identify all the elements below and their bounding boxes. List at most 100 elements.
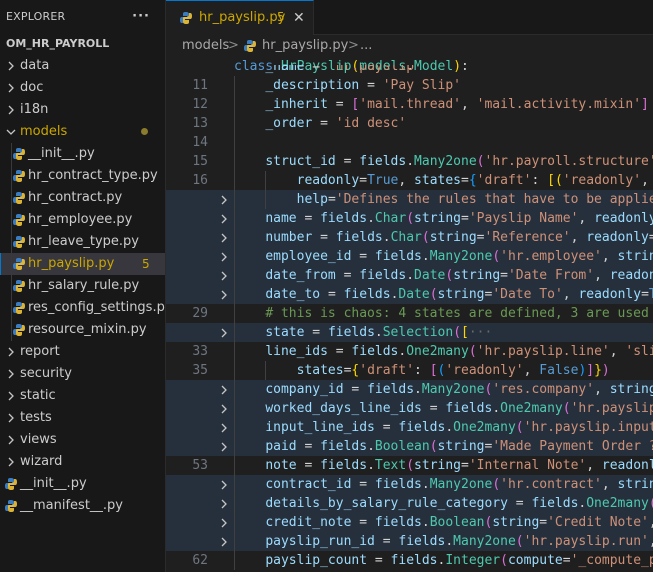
code-text: _inherit = ['mail.thread', 'mail.activit… bbox=[265, 97, 649, 112]
editor-area: hr_payslip.py 5 ✕ models > hr_payslip.py… bbox=[166, 0, 653, 572]
python-file-icon bbox=[13, 148, 25, 160]
tree-item-label: doc bbox=[20, 80, 44, 95]
code-line: 31 # this is chaos: 4 states are defined… bbox=[166, 304, 653, 340]
code-text: payslip_run_id = fields.Many2one('hr.pay… bbox=[265, 534, 653, 549]
tree-folder-i18n[interactable]: i18n bbox=[0, 99, 165, 121]
tree-file-hr-employee-py[interactable]: hr_employee.py bbox=[0, 209, 165, 231]
indent-guide bbox=[11, 143, 12, 341]
code-text: worked_days_line_ids = fields.One2many('… bbox=[265, 401, 653, 416]
fold-chevron-icon[interactable] bbox=[218, 513, 230, 532]
close-icon[interactable]: ✕ bbox=[293, 10, 305, 26]
tree-file-hr-salary-rule-py[interactable]: hr_salary_rule.py bbox=[0, 275, 165, 297]
chevron-right-icon bbox=[5, 341, 17, 363]
tree-item-label: hr_contract_type.py bbox=[28, 168, 158, 183]
tree-file-hr-contract-type-py[interactable]: hr_contract_type.py bbox=[0, 165, 165, 187]
tree-file-resource-mixin-py[interactable]: resource_mixin.py bbox=[0, 319, 165, 341]
code-line: 53 paid = fields.Boolean(string='Made Pa… bbox=[166, 437, 653, 473]
python-file-icon bbox=[13, 280, 25, 292]
fold-chevron-icon[interactable] bbox=[218, 323, 230, 342]
tree-folder-static[interactable]: static bbox=[0, 385, 165, 407]
code-text: line_ids = fields.One2many('hr.payslip.l… bbox=[265, 344, 653, 359]
code-line: 16 struct_id = fields.Many2one('hr.payro… bbox=[166, 152, 653, 188]
tree-folder-wizard[interactable]: wizard bbox=[0, 451, 165, 473]
code-line: 19 name = fields.Char(string='Payslip Na… bbox=[166, 209, 653, 245]
tree-file-hr-contract-py[interactable]: hr_contract.py bbox=[0, 187, 165, 209]
tree-item-label: views bbox=[20, 432, 57, 447]
tree-file-manifest-py[interactable]: __manifest__.py bbox=[0, 495, 165, 517]
tab-hr-payslip[interactable]: hr_payslip.py 5 ✕ bbox=[166, 0, 314, 35]
fold-chevron-icon[interactable] bbox=[218, 228, 230, 247]
modified-dot-icon bbox=[141, 128, 148, 135]
code-text: name = fields.Char(string='Payslip Name'… bbox=[265, 211, 653, 226]
code-text: payslip_count = fields.Integer(compute='… bbox=[265, 553, 653, 568]
tree-folder-doc[interactable]: doc bbox=[0, 77, 165, 99]
breadcrumb-separator: > bbox=[228, 38, 239, 53]
code-text: input_line_ids = fields.One2many('hr.pay… bbox=[265, 420, 653, 435]
fold-chevron-icon[interactable] bbox=[218, 399, 230, 418]
chevron-right-icon bbox=[5, 363, 17, 385]
fold-chevron-icon[interactable] bbox=[218, 418, 230, 437]
code-text: _name = 'hr.payslip' bbox=[265, 65, 422, 74]
tree-folder-report[interactable]: report bbox=[0, 341, 165, 363]
code-editor[interactable]: 11 class HrPayslip(models.Model): _name … bbox=[166, 57, 653, 572]
breadcrumb-file[interactable]: hr_payslip.py bbox=[262, 35, 348, 57]
explorer-header: EXPLORER ··· bbox=[0, 0, 165, 33]
fold-chevron-icon[interactable] bbox=[218, 266, 230, 285]
code-line: 23 number = fields.Char(string='Referenc… bbox=[166, 228, 653, 264]
tab-bar: hr_payslip.py 5 ✕ bbox=[166, 0, 653, 35]
tree-item-label: __init__.py bbox=[20, 476, 87, 491]
code-line: 27 date_from = fields.Date(string='Date … bbox=[166, 266, 653, 302]
code-line: 17 readonly=True, states={'draft': [('re… bbox=[166, 171, 653, 207]
tab-problem-count: 5 bbox=[277, 10, 285, 24]
fold-chevron-icon[interactable] bbox=[218, 209, 230, 228]
tree-file-init-py[interactable]: __init__.py bbox=[0, 473, 165, 495]
tree-folder-tests[interactable]: tests bbox=[0, 407, 165, 429]
code-text: credit_note = fields.Boolean(string='Cre… bbox=[265, 515, 653, 530]
chevron-right-icon bbox=[5, 407, 17, 429]
tree-folder-views[interactable]: views bbox=[0, 429, 165, 451]
python-file-icon bbox=[13, 214, 25, 226]
fold-chevron-icon[interactable] bbox=[218, 437, 230, 456]
tree-folder-models[interactable]: models bbox=[0, 121, 165, 143]
code-text: help='Defines the rules that have to be … bbox=[296, 192, 653, 207]
python-file-icon bbox=[13, 192, 25, 204]
tree-item-label: static bbox=[20, 388, 56, 403]
code-text: struct_id = fields.Many2one('hr.payroll.… bbox=[265, 154, 653, 169]
more-actions-icon[interactable]: ··· bbox=[132, 9, 150, 24]
workspace-root[interactable]: OM_HR_PAYROLL bbox=[0, 33, 165, 55]
tree-item-label: hr_contract.py bbox=[28, 190, 123, 205]
fold-chevron-icon[interactable] bbox=[218, 532, 230, 551]
fold-chevron-icon[interactable] bbox=[218, 247, 230, 266]
code-line: 18 help='Defines the rules that have to … bbox=[166, 190, 653, 226]
code-line: 55 note = fields.Text(string='Internal N… bbox=[166, 456, 653, 492]
tree-file-hr-payslip-py[interactable]: hr_payslip.py 5 bbox=[0, 253, 165, 275]
tree-file-hr-leave-type-py[interactable]: hr_leave_type.py bbox=[0, 231, 165, 253]
code-line: 15 bbox=[166, 133, 653, 169]
tree-folder-security[interactable]: security bbox=[0, 363, 165, 385]
chevron-right-icon bbox=[5, 55, 17, 77]
code-text: contract_id = fields.Many2one('hr.contra… bbox=[265, 477, 653, 492]
tree-item-label: data bbox=[20, 58, 50, 73]
tree-folder-data[interactable]: data bbox=[0, 55, 165, 77]
tree-file-res-config-settings-py[interactable]: res_config_settings.py bbox=[0, 297, 165, 319]
tree-file-init-py[interactable]: __init__.py bbox=[0, 143, 165, 165]
code-text: date_to = fields.Date(string='Date To', … bbox=[265, 287, 653, 302]
fold-chevron-icon[interactable] bbox=[218, 475, 230, 494]
code-line: _name = 'hr.payslip' bbox=[166, 65, 653, 76]
code-text: states={'draft': [('readonly', False)]}) bbox=[296, 363, 610, 378]
breadcrumb-separator: > bbox=[348, 38, 359, 53]
tree-item-label: security bbox=[20, 366, 72, 381]
breadcrumb-symbol[interactable]: ... bbox=[360, 35, 372, 57]
code-text: number = fields.Char(string='Reference',… bbox=[265, 230, 653, 245]
fold-chevron-icon[interactable] bbox=[218, 380, 230, 399]
code-line: 29 date_to = fields.Date(string='Date To… bbox=[166, 285, 653, 321]
code-text: paid = fields.Boolean(string='Made Payme… bbox=[265, 439, 653, 454]
fold-chevron-icon[interactable] bbox=[218, 285, 230, 304]
fold-chevron-icon[interactable] bbox=[218, 190, 230, 209]
fold-chevron-icon[interactable] bbox=[218, 494, 230, 513]
breadcrumb-folder[interactable]: models bbox=[182, 35, 229, 57]
code-line: 13 _inherit = ['mail.thread', 'mail.acti… bbox=[166, 95, 653, 131]
tree-item-label: resource_mixin.py bbox=[28, 322, 147, 337]
code-line: 14 _order = 'id desc' bbox=[166, 114, 653, 150]
tree-item-label: __init__.py bbox=[28, 146, 95, 161]
